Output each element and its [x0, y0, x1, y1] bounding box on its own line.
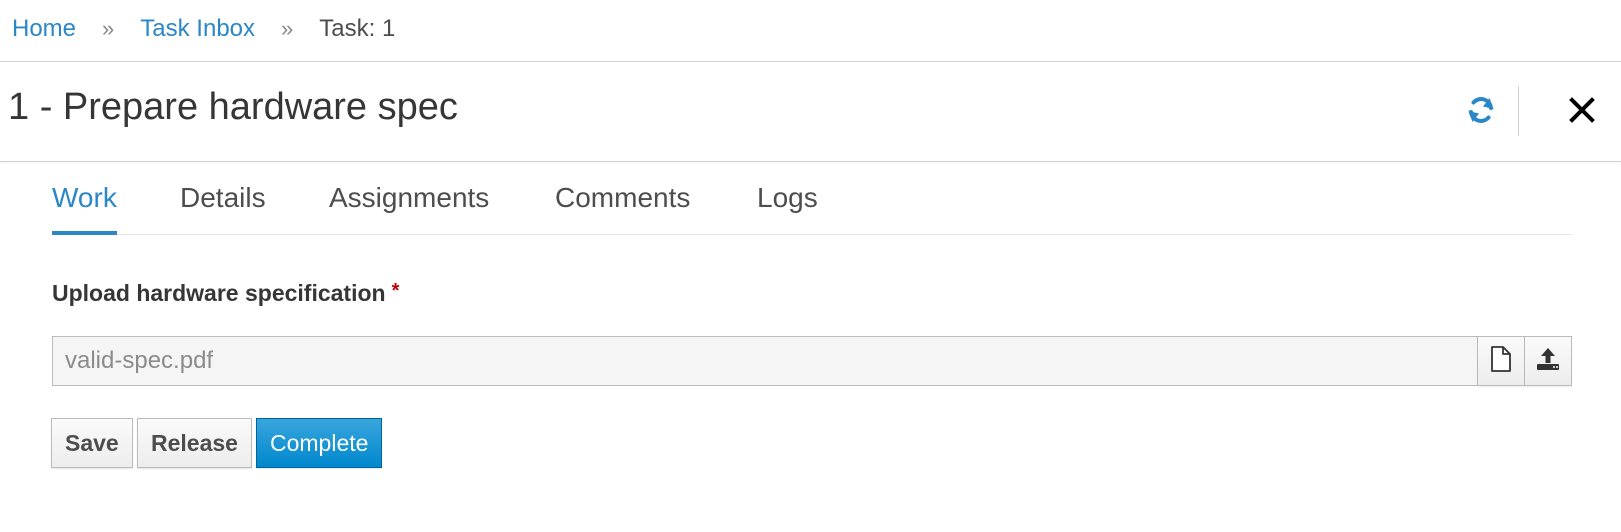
complete-button[interactable]: Complete — [256, 418, 383, 468]
breadcrumb-task-inbox-link[interactable]: Task Inbox — [140, 15, 255, 43]
refresh-button[interactable] — [1461, 90, 1501, 134]
title-actions-divider — [1518, 86, 1519, 136]
file-name-input[interactable] — [52, 336, 1478, 386]
required-indicator: * — [391, 280, 400, 302]
upload-field-label: Upload hardware specification * — [52, 280, 399, 307]
refresh-icon — [1465, 94, 1497, 131]
upload-field-label-text: Upload hardware specification — [52, 280, 386, 306]
task-tabs: Work Details Assignments Comments Logs — [52, 162, 1572, 235]
breadcrumb-divider — [0, 61, 1621, 62]
release-button[interactable]: Release — [137, 418, 252, 468]
close-icon — [1569, 96, 1595, 128]
upload-file-button[interactable] — [1525, 336, 1572, 386]
upload-icon — [1536, 347, 1560, 376]
tab-comments[interactable]: Comments — [555, 162, 690, 234]
tab-work[interactable]: Work — [52, 162, 117, 235]
tab-details[interactable]: Details — [180, 162, 266, 234]
tab-logs[interactable]: Logs — [757, 162, 818, 234]
breadcrumb-current-task: Task: 1 — [319, 15, 396, 42]
breadcrumb-separator-icon: » — [102, 16, 115, 41]
breadcrumb-separator-icon: » — [281, 16, 294, 41]
close-button[interactable] — [1562, 90, 1602, 134]
breadcrumb-home-link[interactable]: Home — [12, 15, 76, 43]
breadcrumb: Home » Task Inbox » Task: 1 — [12, 12, 395, 46]
page-title: 1 - Prepare hardware spec — [8, 86, 458, 128]
save-button[interactable]: Save — [51, 418, 133, 468]
view-file-button[interactable] — [1478, 336, 1525, 386]
tab-assignments[interactable]: Assignments — [329, 162, 489, 234]
file-upload-group — [52, 336, 1572, 386]
file-icon — [1490, 345, 1512, 377]
